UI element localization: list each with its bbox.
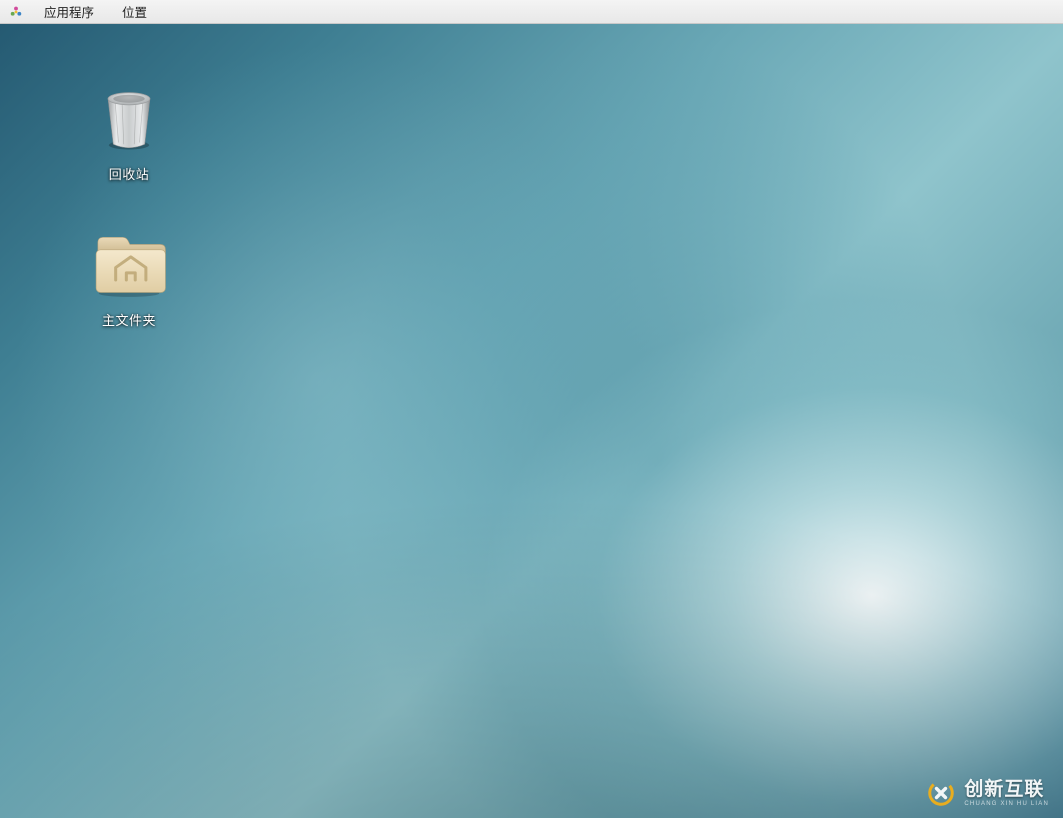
home-folder-icon	[89, 224, 169, 304]
menu-places-label: 位置	[122, 2, 147, 21]
menu-applications[interactable]: 应用程序	[30, 0, 108, 23]
desktop-wallpaper[interactable]: 回收站	[0, 24, 1063, 818]
watermark-brand: 创新互联	[964, 780, 1049, 799]
menu-applications-label: 应用程序	[44, 2, 94, 21]
trash-icon	[89, 78, 169, 158]
top-menubar: 应用程序 位置	[0, 0, 1063, 24]
desktop-icon-trash[interactable]: 回收站	[74, 78, 184, 183]
system-logo-icon	[8, 4, 24, 20]
menu-places[interactable]: 位置	[108, 0, 161, 23]
watermark-logo-icon	[926, 778, 956, 808]
watermark: 创新互联 CHUANG XIN HU LIAN	[926, 778, 1049, 808]
desktop-icon-home-label: 主文件夹	[102, 310, 156, 329]
desktop-icon-trash-label: 回收站	[109, 164, 150, 183]
desktop-icon-home[interactable]: 主文件夹	[74, 224, 184, 329]
watermark-sub: CHUANG XIN HU LIAN	[964, 801, 1049, 807]
